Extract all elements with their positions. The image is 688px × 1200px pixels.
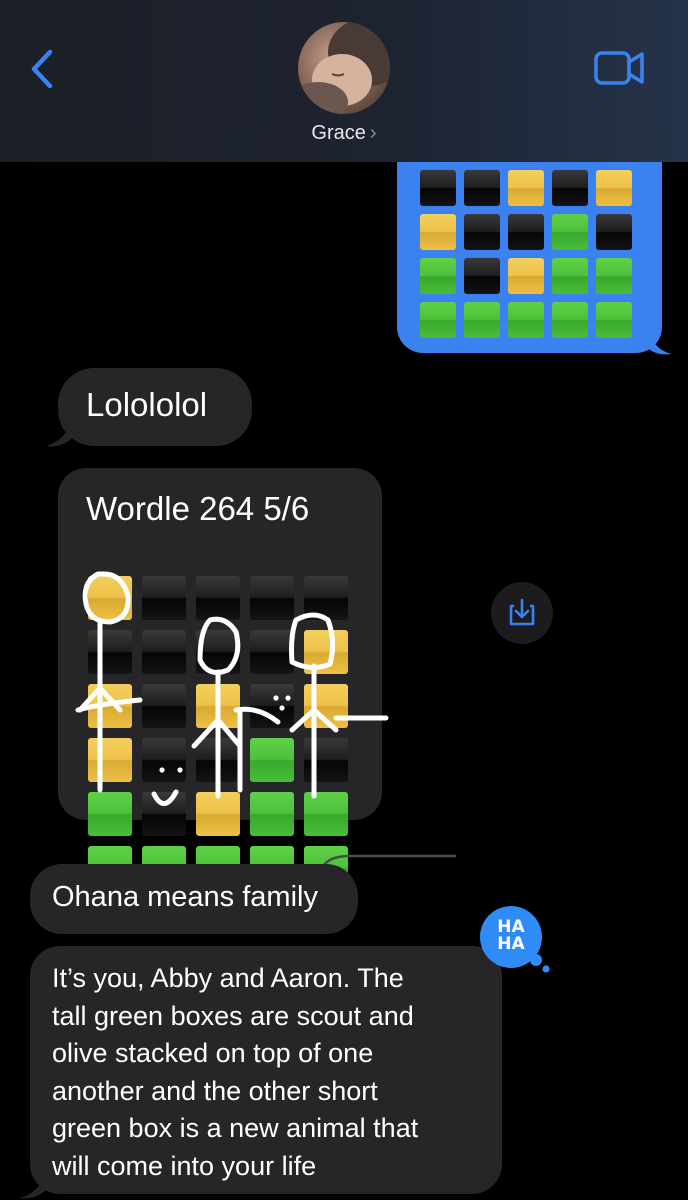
wordle-tile-green bbox=[596, 302, 632, 338]
explanation-line: will come into your life bbox=[52, 1150, 317, 1181]
contact-name: Grace bbox=[311, 122, 366, 144]
wordle-tile-green bbox=[250, 738, 294, 782]
wordle-tile-green bbox=[552, 214, 588, 250]
wordle-tile-black bbox=[304, 738, 348, 782]
sent-bubble-tail bbox=[648, 330, 672, 355]
wordle-tile-yellow bbox=[304, 630, 348, 674]
download-icon bbox=[509, 598, 535, 626]
message-text-explanation: It’s you, Abby and Aaron. The tall green… bbox=[52, 960, 418, 1185]
contact-avatar[interactable] bbox=[298, 22, 390, 114]
wordle-tile-green bbox=[464, 302, 500, 338]
wordle-tile-black bbox=[196, 576, 240, 620]
wordle-tile-green bbox=[596, 258, 632, 294]
wordle-tile-yellow bbox=[304, 684, 348, 728]
wordle-tile-black bbox=[196, 630, 240, 674]
wordle-tile-black bbox=[464, 214, 500, 250]
contact-name-button[interactable]: Grace › bbox=[0, 122, 688, 145]
wordle-tile-yellow bbox=[420, 214, 456, 250]
message-text-lol: Lolololol bbox=[86, 386, 208, 423]
wordle-tile-black bbox=[250, 576, 294, 620]
received-bubble-tail bbox=[46, 420, 72, 447]
explanation-line: tall green boxes are scout and bbox=[52, 1000, 414, 1031]
haha-reaction-badge[interactable]: HA HA bbox=[480, 906, 542, 968]
chevron-right-icon: › bbox=[369, 122, 377, 144]
haha-text-line2: HA bbox=[497, 934, 525, 954]
wordle-tile-yellow bbox=[508, 170, 544, 206]
wordle-tile-black bbox=[88, 630, 132, 674]
wordle-tile-yellow bbox=[88, 684, 132, 728]
wordle-tile-green bbox=[250, 792, 294, 836]
wordle-tile-black bbox=[142, 630, 186, 674]
wordle-tile-yellow bbox=[88, 576, 132, 620]
wordle-tile-black bbox=[250, 684, 294, 728]
wordle-tile-green bbox=[552, 258, 588, 294]
received-bubble-tail-explanation bbox=[20, 1172, 46, 1199]
video-call-icon[interactable] bbox=[590, 48, 650, 88]
wordle-tile-black bbox=[552, 170, 588, 206]
wordle-tile-green bbox=[508, 302, 544, 338]
save-image-button[interactable] bbox=[491, 582, 553, 644]
back-chevron-icon[interactable] bbox=[22, 44, 62, 94]
wordle-tile-black bbox=[508, 214, 544, 250]
wordle-tile-yellow bbox=[196, 684, 240, 728]
conversation-header: Grace › bbox=[0, 0, 688, 162]
wordle-tile-black bbox=[420, 170, 456, 206]
wordle-tile-green bbox=[88, 792, 132, 836]
wordle-tile-black bbox=[250, 630, 294, 674]
wordle-tile-green bbox=[552, 302, 588, 338]
wordle-tile-black bbox=[596, 214, 632, 250]
explanation-line: another and the other short bbox=[52, 1075, 378, 1106]
wordle-tile-green bbox=[420, 258, 456, 294]
explanation-line: It’s you, Abby and Aaron. The bbox=[52, 963, 404, 993]
wordle-tile-black bbox=[304, 576, 348, 620]
received-wordle-grid bbox=[88, 576, 350, 890]
wordle-tile-yellow bbox=[88, 738, 132, 782]
explanation-line: olive stacked on top of one bbox=[52, 1038, 374, 1068]
wordle-tile-black bbox=[464, 170, 500, 206]
wordle-tile-yellow bbox=[596, 170, 632, 206]
wordle-tile-black bbox=[142, 684, 186, 728]
wordle-tile-green bbox=[304, 792, 348, 836]
wordle-tile-black bbox=[142, 792, 186, 836]
wordle-tile-black bbox=[464, 258, 500, 294]
wordle-tile-green bbox=[420, 302, 456, 338]
wordle-tile-yellow bbox=[508, 258, 544, 294]
wordle-title: Wordle 264 5/6 bbox=[86, 490, 310, 527]
explanation-line: green box is a new animal that bbox=[52, 1113, 419, 1143]
wordle-tile-black bbox=[142, 576, 186, 620]
message-text-ohana: Ohana means family bbox=[52, 881, 318, 913]
wordle-tile-yellow bbox=[196, 792, 240, 836]
wordle-tile-black bbox=[142, 738, 186, 782]
wordle-tile-black bbox=[196, 738, 240, 782]
